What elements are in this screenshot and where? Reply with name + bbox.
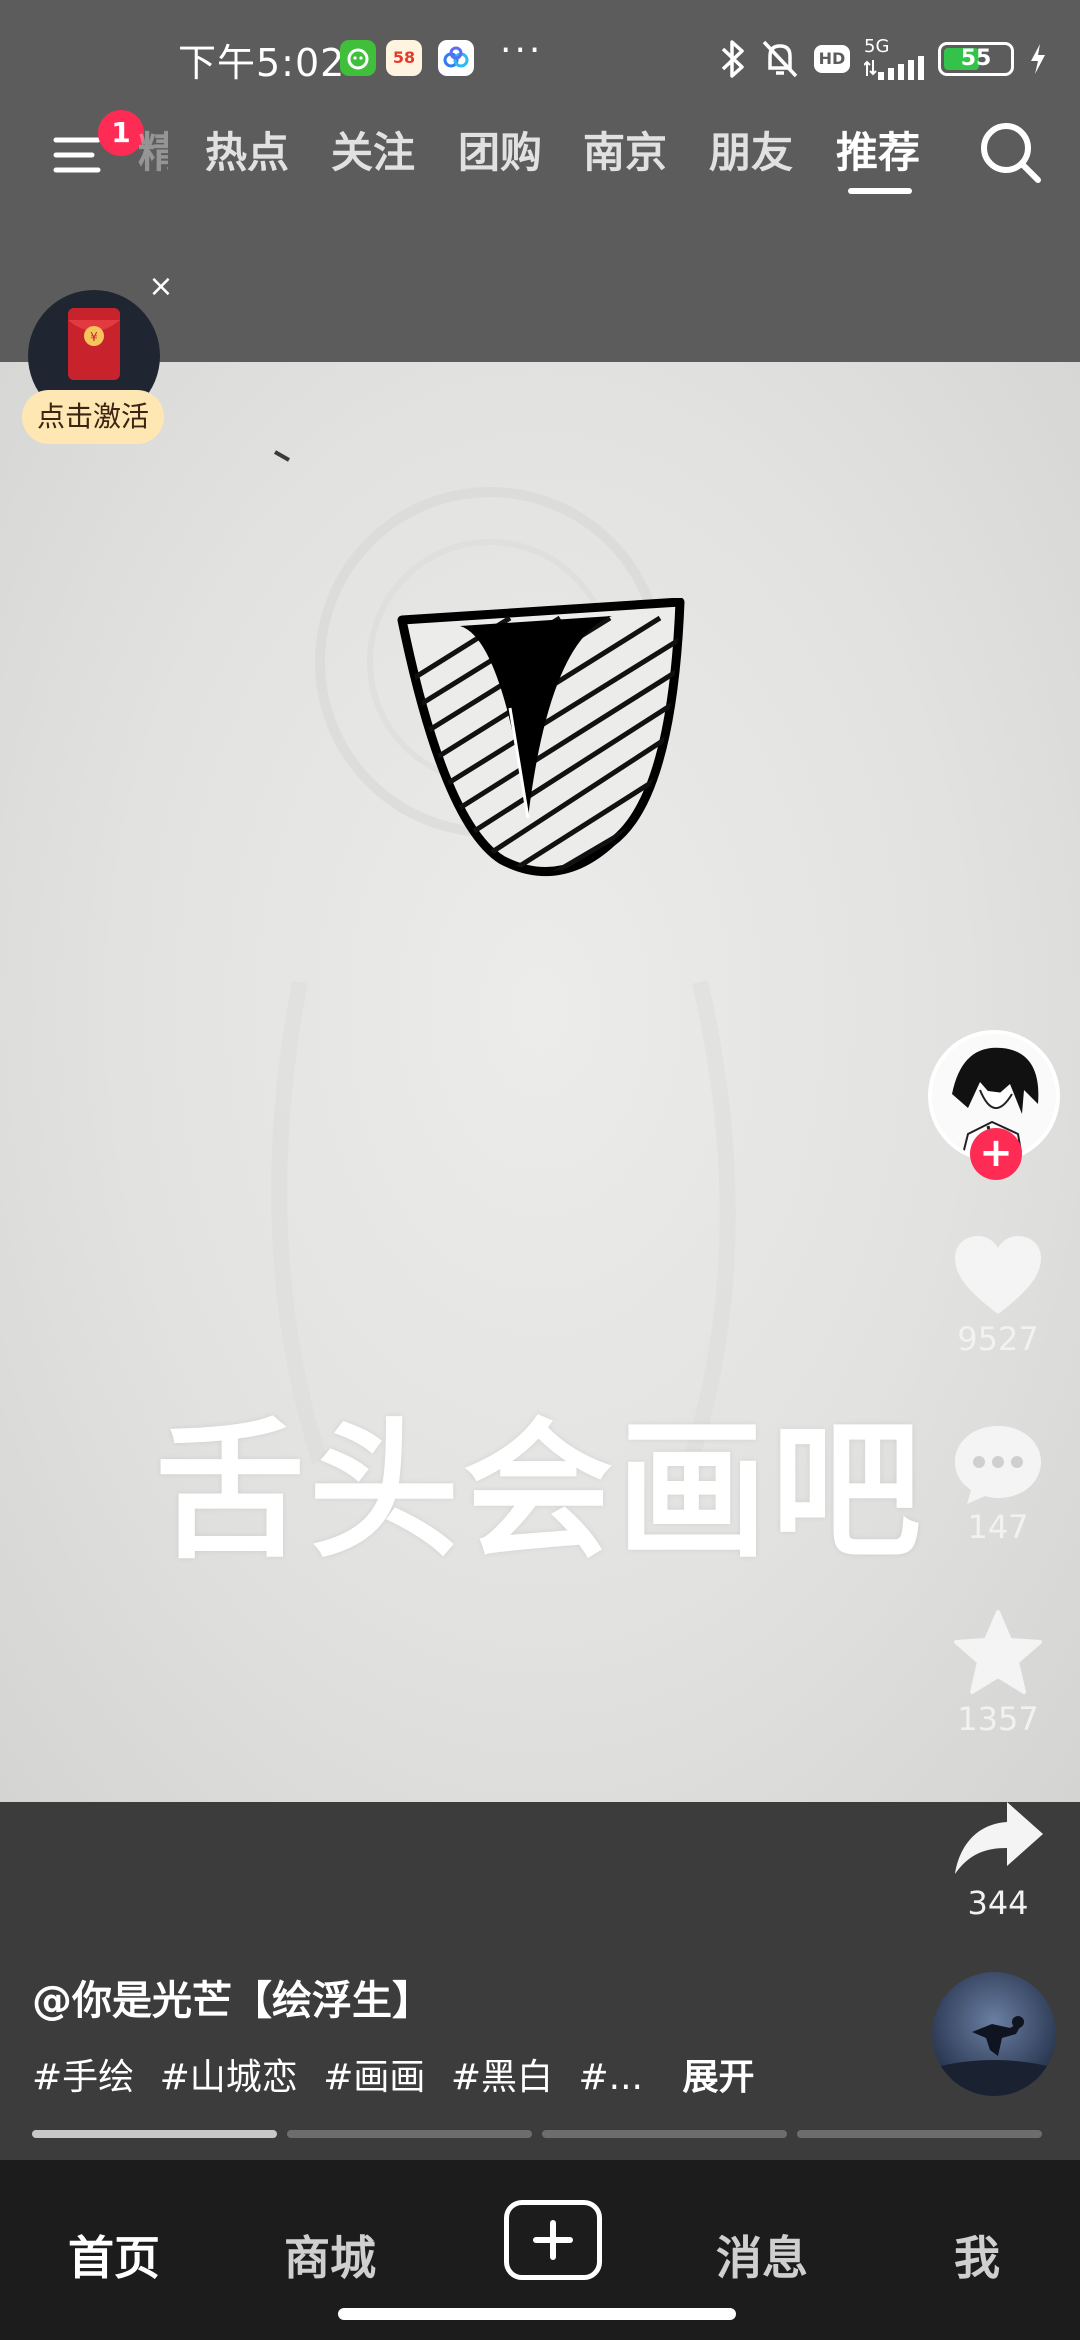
author-name[interactable]: @你是光芒【绘浮生】 [32,1968,432,2026]
video-caption-text: 舌头会画吧 [154,1405,925,1579]
home-indicator [338,2308,736,2320]
like-count: 9527 [957,1320,1039,1358]
hd-badge: HD [814,45,850,73]
menu-button[interactable]: 1 [52,110,144,184]
share-action[interactable]: 344 [938,1796,1058,1922]
video-player[interactable]: 舌头会画吧 [0,362,1080,1802]
tab-nanjing[interactable]: 南京 [583,116,667,190]
search-icon [981,123,1041,183]
cloud-icon [443,46,469,68]
hashtag[interactable]: #山城恋 [160,2057,298,2098]
tab-recommend[interactable]: 推荐 [836,116,920,190]
cat-icon [347,48,369,70]
favorite-action[interactable]: 1357 [938,1608,1058,1738]
search-button[interactable] [976,118,1046,188]
status-right-indicators: HD 5G 55 [720,36,1048,82]
tab-hot[interactable]: 热点 [205,116,289,190]
app-icon-green [340,40,376,76]
comment-count: 147 [967,1508,1029,1546]
share-icon [955,1802,1043,1874]
tab-group-buy[interactable]: 团购 [458,116,542,190]
hashtag[interactable]: #画画 [323,2057,425,2098]
activate-button[interactable]: 点击激活 [22,390,164,444]
story-progress-bar [32,2130,1042,2138]
progress-segment [287,2130,532,2138]
progress-segment [32,2130,277,2138]
bluetooth-icon [721,40,744,78]
nav-me[interactable]: 我 [954,2222,1000,2288]
hashtag[interactable]: #黑白 [451,2057,553,2098]
like-action[interactable]: 9527 [938,1232,1058,1358]
status-time: 下午5:02 [178,41,346,85]
red-packet-close-button[interactable]: × [146,272,176,302]
nav-home[interactable]: 首页 [68,2222,160,2288]
app-icon-58: 58 [386,40,422,76]
plus-icon [533,2220,573,2260]
active-tab-underline [848,188,912,194]
tab-faded[interactable]: 精选 [138,116,168,190]
heart-icon [955,1236,1041,1314]
hashtag-line: #手绘 #山城恋 #画画 #黑白 #... 展开 [32,2048,754,2100]
music-disc[interactable] [932,1972,1056,2096]
status-bar: 下午5:02 58 ··· HD 5G 55 [0,0,1080,116]
battery-indicator: 55 [938,42,1014,76]
nav-messages[interactable]: 消息 [716,2222,808,2288]
progress-segment [797,2130,1042,2138]
signal-icon [864,56,924,80]
bell-muted-icon [762,40,798,78]
tab-following[interactable]: 关注 [331,116,415,190]
battery-level: 55 [960,46,992,71]
comment-icon [955,1426,1041,1504]
music-cover-image [932,2016,1056,2096]
nav-mall[interactable]: 商城 [284,2222,376,2288]
progress-segment-fill [32,2130,277,2138]
tab-friends[interactable]: 朋友 [709,116,793,190]
svg-text:¥: ¥ [90,330,98,344]
create-button[interactable] [504,2200,602,2280]
share-count: 344 [967,1884,1029,1922]
favorite-count: 1357 [957,1700,1039,1738]
star-icon [954,1610,1042,1694]
app-icon-cloud [438,40,474,76]
hashtag-more: #... [578,2057,644,2098]
tongue-drawing [397,598,685,876]
hashtag[interactable]: #手绘 [32,2057,134,2098]
comment-action[interactable]: 147 [938,1420,1058,1546]
top-tab-bar: 1 精选 热点 关注 团购 南京 朋友 推荐 [0,110,1080,210]
follow-button[interactable]: + [970,1128,1022,1180]
status-more-dots: ··· [500,30,544,71]
network-indicator: 5G [864,38,924,80]
progress-segment [542,2130,787,2138]
charging-icon [1031,44,1045,74]
expand-button[interactable]: 展开 [682,2057,754,2098]
network-label: 5G [864,36,890,57]
